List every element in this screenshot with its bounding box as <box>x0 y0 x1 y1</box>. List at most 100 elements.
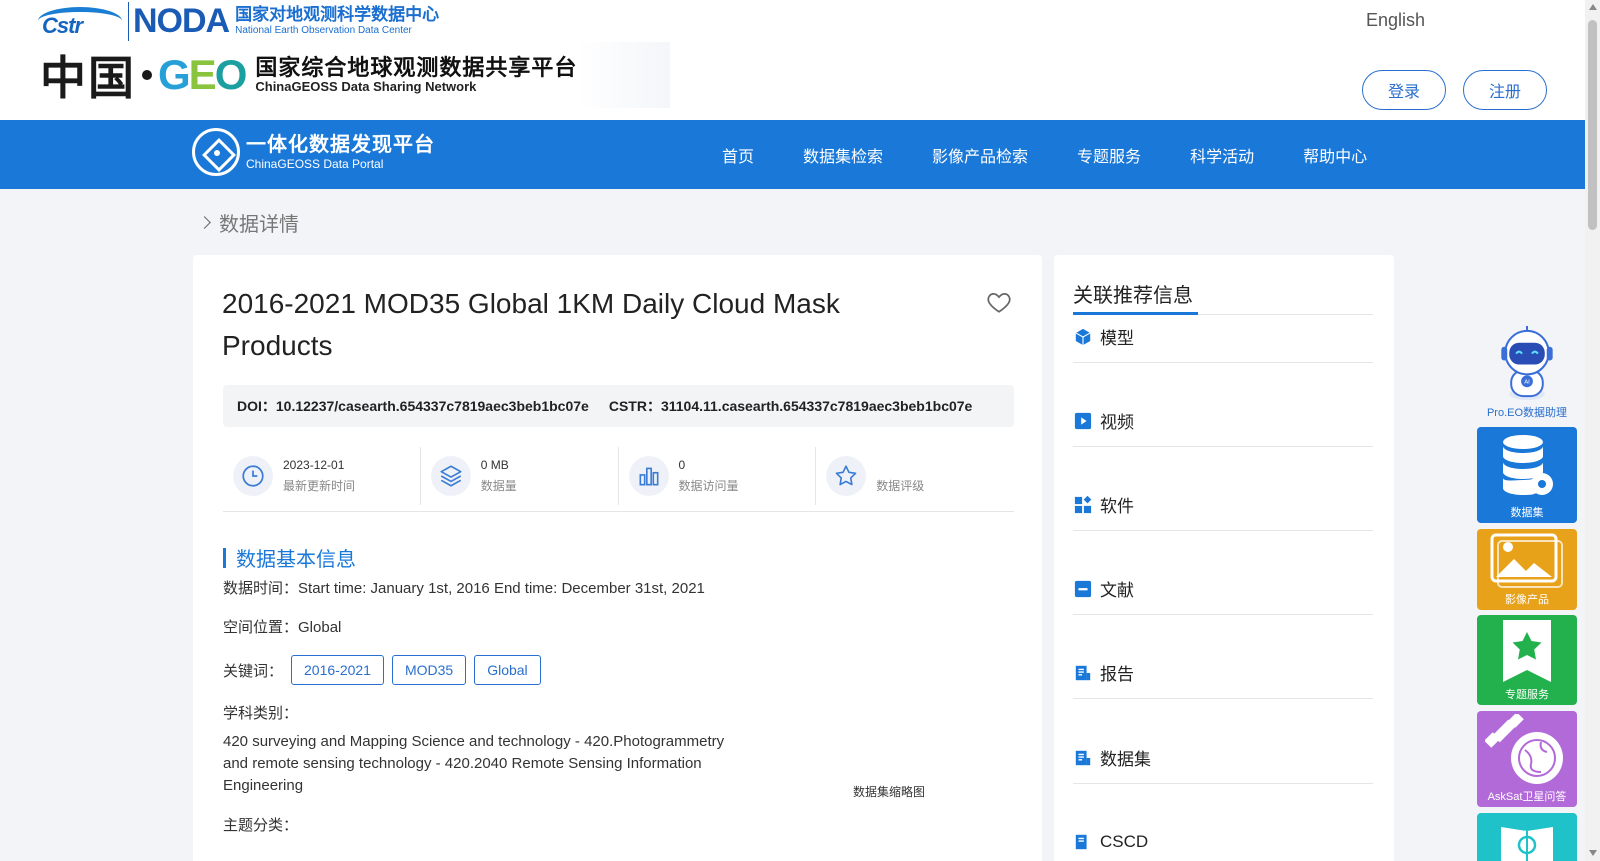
related-recommendations: 关联推荐信息 模型 视频 软件 文献 报告 数据集 CSCD <box>1054 255 1394 861</box>
related-item-model[interactable]: 模型 <box>1073 311 1373 363</box>
ai-assistant[interactable]: AI Pro.EO数据助理 <box>1477 325 1577 420</box>
nav-item-dataset-search[interactable]: 数据集检索 <box>803 143 883 167</box>
satellite-globe-icon <box>1485 714 1563 784</box>
section-title: 数据基本信息 <box>236 549 356 571</box>
chevron-right-icon <box>198 216 211 229</box>
portal-compass-icon <box>192 128 240 176</box>
separator-dot <box>142 70 152 80</box>
data-time-row: 数据时间：Start time: January 1st, 2016 End t… <box>223 580 705 597</box>
stat-value: 0 <box>678 458 686 472</box>
stat-label: 数据访问量 <box>678 479 739 493</box>
quick-asksat-label: AskSat卫星问答 <box>1487 791 1567 803</box>
dataset-title: 2016-2021 MOD35 Global 1KM Daily Cloud M… <box>222 288 840 361</box>
breadcrumb-current: 数据详情 <box>219 214 299 236</box>
divider <box>223 511 1014 512</box>
main-nav: 一体化数据发现平台 ChinaGEOSS Data Portal 首页 数据集检… <box>0 120 1585 189</box>
quick-more[interactable] <box>1477 813 1577 861</box>
nav-item-help[interactable]: 帮助中心 <box>1303 143 1367 167</box>
noda-title: 国家对地观测科学数据中心 National Earth Observation … <box>235 5 440 36</box>
quick-dataset-label: 数据集 <box>1510 507 1544 519</box>
nav-item-science-activity[interactable]: 科学活动 <box>1190 143 1254 167</box>
quick-topic-label: 专题服务 <box>1505 689 1549 701</box>
stat-update-time: 2023-12-01 最新更新时间 <box>223 447 421 505</box>
side-title: 关联推荐信息 <box>1073 285 1193 307</box>
data-time-value: Start time: January 1st, 2016 End time: … <box>298 580 705 597</box>
stat-rating: 数据评级 <box>816 447 1014 505</box>
page-scrollbar[interactable] <box>1585 0 1600 861</box>
breadcrumb: 数据详情 <box>198 208 299 237</box>
quick-dataset[interactable]: 数据集 <box>1477 427 1577 523</box>
geo-logo-icon: GEO <box>158 51 247 98</box>
noda-logo[interactable]: Cstr NODA 国家对地观测科学数据中心 National Earth Ob… <box>38 1 478 41</box>
related-item-cscd[interactable]: CSCD <box>1073 816 1373 861</box>
topic-label: 主题分类： <box>223 817 299 834</box>
assistant-label: Pro.EO数据助理 <box>1486 407 1568 419</box>
space-row: 空间位置：Global <box>223 619 342 636</box>
quick-asksat[interactable]: AskSat卫星问答 <box>1477 711 1577 807</box>
portal-title: 一体化数据发现平台 ChinaGEOSS Data Portal <box>246 133 435 171</box>
report-icon <box>1075 665 1091 680</box>
document-icon <box>1074 580 1092 597</box>
stat-label: 最新更新时间 <box>283 479 356 493</box>
keyword-tag[interactable]: 2016-2021 <box>291 655 384 685</box>
stat-visits: 0 数据访问量 <box>619 447 817 505</box>
section-marker <box>223 547 226 568</box>
bookmark-star-icon <box>1503 620 1551 682</box>
stat-value: 2023-12-01 <box>283 458 345 472</box>
language-switch[interactable]: English <box>1366 10 1425 31</box>
chinageoss-title: 国家综合地球观测数据共享平台 ChinaGEOSS Data Sharing N… <box>255 54 578 95</box>
cscd-icon <box>1075 834 1087 849</box>
stats-row: 2023-12-01 最新更新时间 0 MB 数据量 0 数据访问量 数据评级 <box>223 447 1014 505</box>
favorite-heart-icon[interactable] <box>986 289 1012 315</box>
related-item-literature[interactable]: 文献 <box>1073 563 1373 615</box>
stat-label: 数据评级 <box>876 479 925 493</box>
stat-value: 0 MB <box>480 458 509 472</box>
cube-icon <box>1075 328 1091 345</box>
robot-assistant-icon: AI <box>1501 325 1553 401</box>
nav-menu: 首页 数据集检索 影像产品检索 专题服务 科学活动 帮助中心 <box>722 120 1416 189</box>
keywords-row: 关键词： 2016-2021 MOD35 Global <box>223 655 541 685</box>
play-icon <box>1074 412 1092 429</box>
quick-image-product[interactable]: 影像产品 <box>1477 529 1577 610</box>
subject-label: 学科类别： <box>223 705 299 722</box>
scroll-down-arrow-icon[interactable] <box>1589 850 1597 856</box>
nav-item-topic-service[interactable]: 专题服务 <box>1077 143 1141 167</box>
database-gear-icon <box>1503 435 1553 495</box>
nav-item-image-search[interactable]: 影像产品检索 <box>932 143 1028 167</box>
image-gallery-icon <box>1490 533 1563 588</box>
stat-data-volume: 0 MB 数据量 <box>421 447 619 505</box>
login-button[interactable]: 登录 <box>1362 70 1446 110</box>
register-button[interactable]: 注册 <box>1463 70 1547 110</box>
cstr-line[interactable]: CSTR：31104.11.casearth.654337c7819aec3be… <box>609 396 973 416</box>
clock-icon <box>233 456 273 496</box>
identifier-box: DOI：10.12237/casearth.654337c7819aec3beb… <box>223 385 1014 427</box>
related-item-dataset[interactable]: 数据集 <box>1073 732 1373 784</box>
dataset-thumbnail[interactable]: 数据集缩略图 <box>853 783 925 800</box>
star-icon <box>826 456 867 496</box>
scroll-thumb[interactable] <box>1588 20 1597 230</box>
top-header: Cstr NODA 国家对地观测科学数据中心 National Earth Ob… <box>0 0 1585 120</box>
keywords-label: 关键词： <box>223 662 284 680</box>
keyword-tag[interactable]: MOD35 <box>391 655 467 685</box>
portal-logo[interactable]: 一体化数据发现平台 ChinaGEOSS Data Portal <box>192 128 435 176</box>
book-search-icon <box>1501 827 1553 861</box>
zhongguo-wordmark: 中国 <box>40 51 136 105</box>
stat-label: 数据量 <box>480 479 517 493</box>
keyword-tag[interactable]: Global <box>474 655 541 685</box>
space-value: Global <box>298 619 342 636</box>
doi-line[interactable]: DOI：10.12237/casearth.654337c7819aec3beb… <box>237 396 589 416</box>
quick-image-label: 影像产品 <box>1505 594 1549 606</box>
chinageoss-logo[interactable]: 中国 GEO 国家综合地球观测数据共享平台 ChinaGEOSS Data Sh… <box>40 42 670 108</box>
subject-value: 420 surveying and Mapping Science and te… <box>223 733 725 794</box>
scroll-up-arrow-icon[interactable] <box>1589 4 1597 10</box>
layers-icon <box>430 456 471 496</box>
bar-chart-icon <box>628 456 669 496</box>
related-item-report[interactable]: 报告 <box>1073 647 1373 699</box>
dataset-icon <box>1075 750 1091 765</box>
noda-wordmark: NODA <box>128 1 230 41</box>
related-item-software[interactable]: 软件 <box>1073 479 1373 531</box>
quick-topic-service[interactable]: 专题服务 <box>1477 615 1577 705</box>
related-item-video[interactable]: 视频 <box>1073 395 1373 447</box>
nav-item-home[interactable]: 首页 <box>722 143 754 167</box>
cstr-logo-icon: Cstr <box>38 5 122 38</box>
